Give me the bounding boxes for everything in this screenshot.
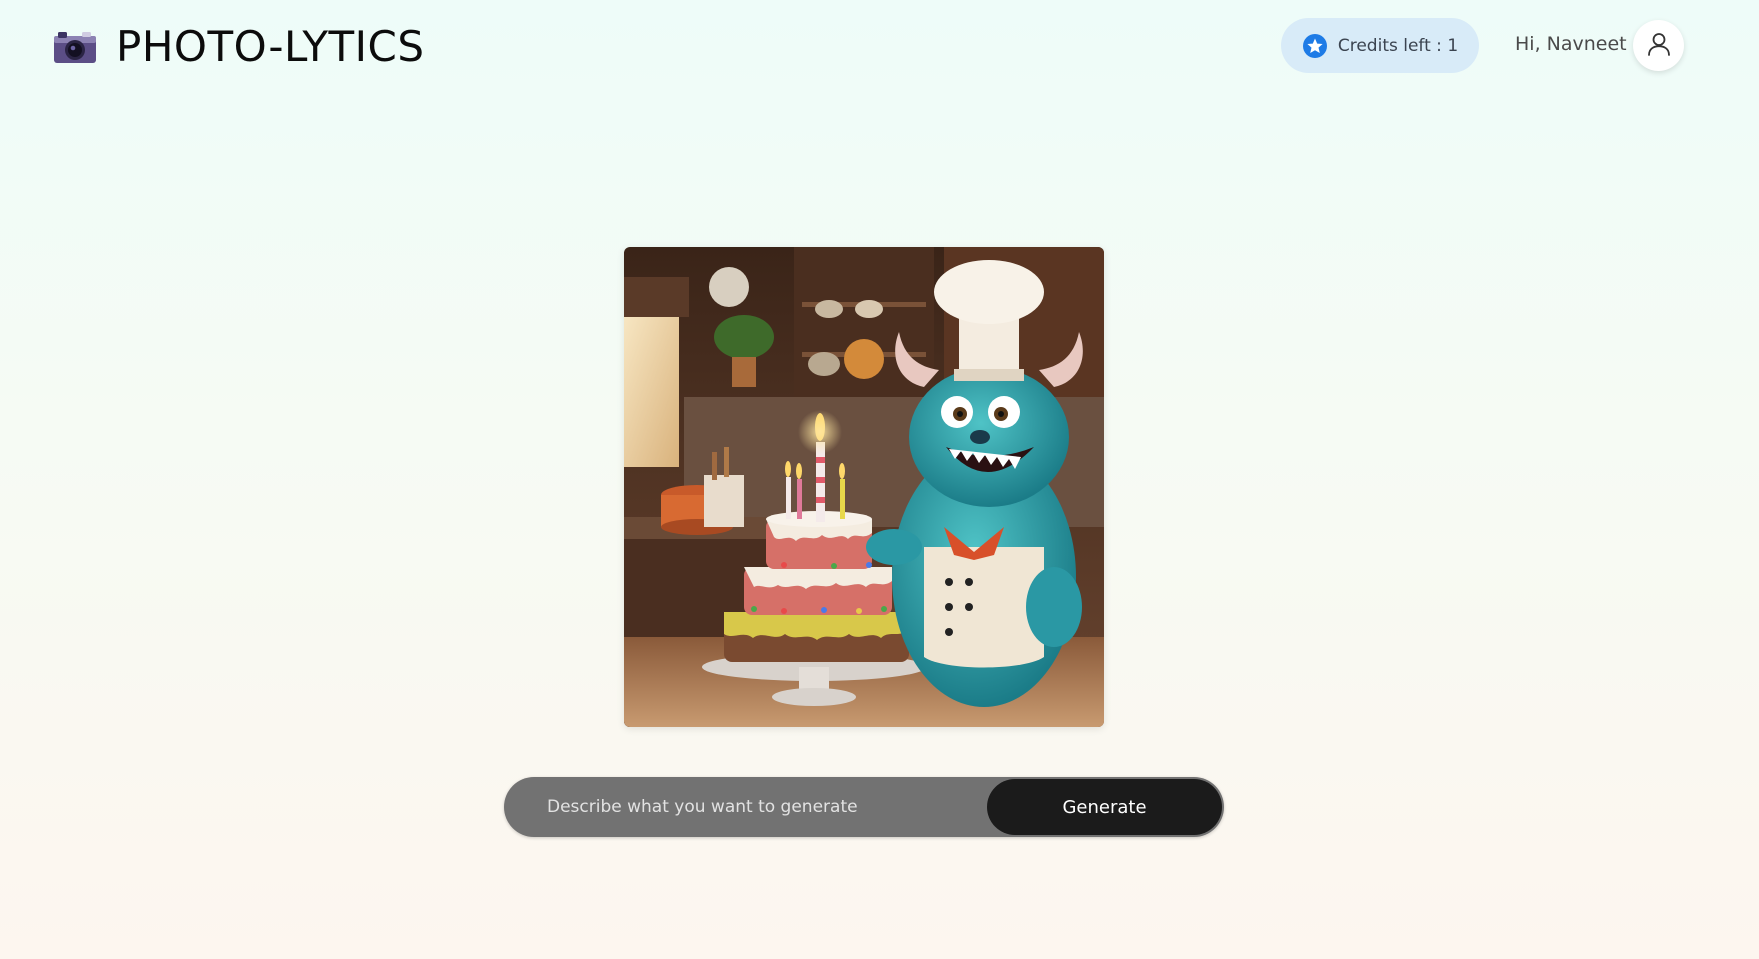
- top-bar: PHOTO-LYTICS Credits left : 1 Hi, Navnee…: [0, 0, 1759, 92]
- prompt-bar: Generate: [504, 777, 1224, 837]
- generate-button[interactable]: Generate: [987, 779, 1222, 835]
- app-title: PHOTO-LYTICS: [116, 21, 425, 71]
- user-greeting: Hi, Navneet: [1515, 33, 1627, 55]
- camera-icon: [52, 23, 98, 69]
- credits-label: Credits left : 1: [1337, 35, 1459, 56]
- star-badge-icon: [1302, 33, 1328, 59]
- brand: PHOTO-LYTICS: [52, 18, 425, 74]
- generated-image: [624, 247, 1104, 727]
- user-avatar-button[interactable]: [1633, 20, 1684, 71]
- prompt-input[interactable]: [504, 777, 984, 837]
- credits-badge[interactable]: Credits left : 1: [1281, 18, 1479, 73]
- user-icon: [1646, 31, 1672, 61]
